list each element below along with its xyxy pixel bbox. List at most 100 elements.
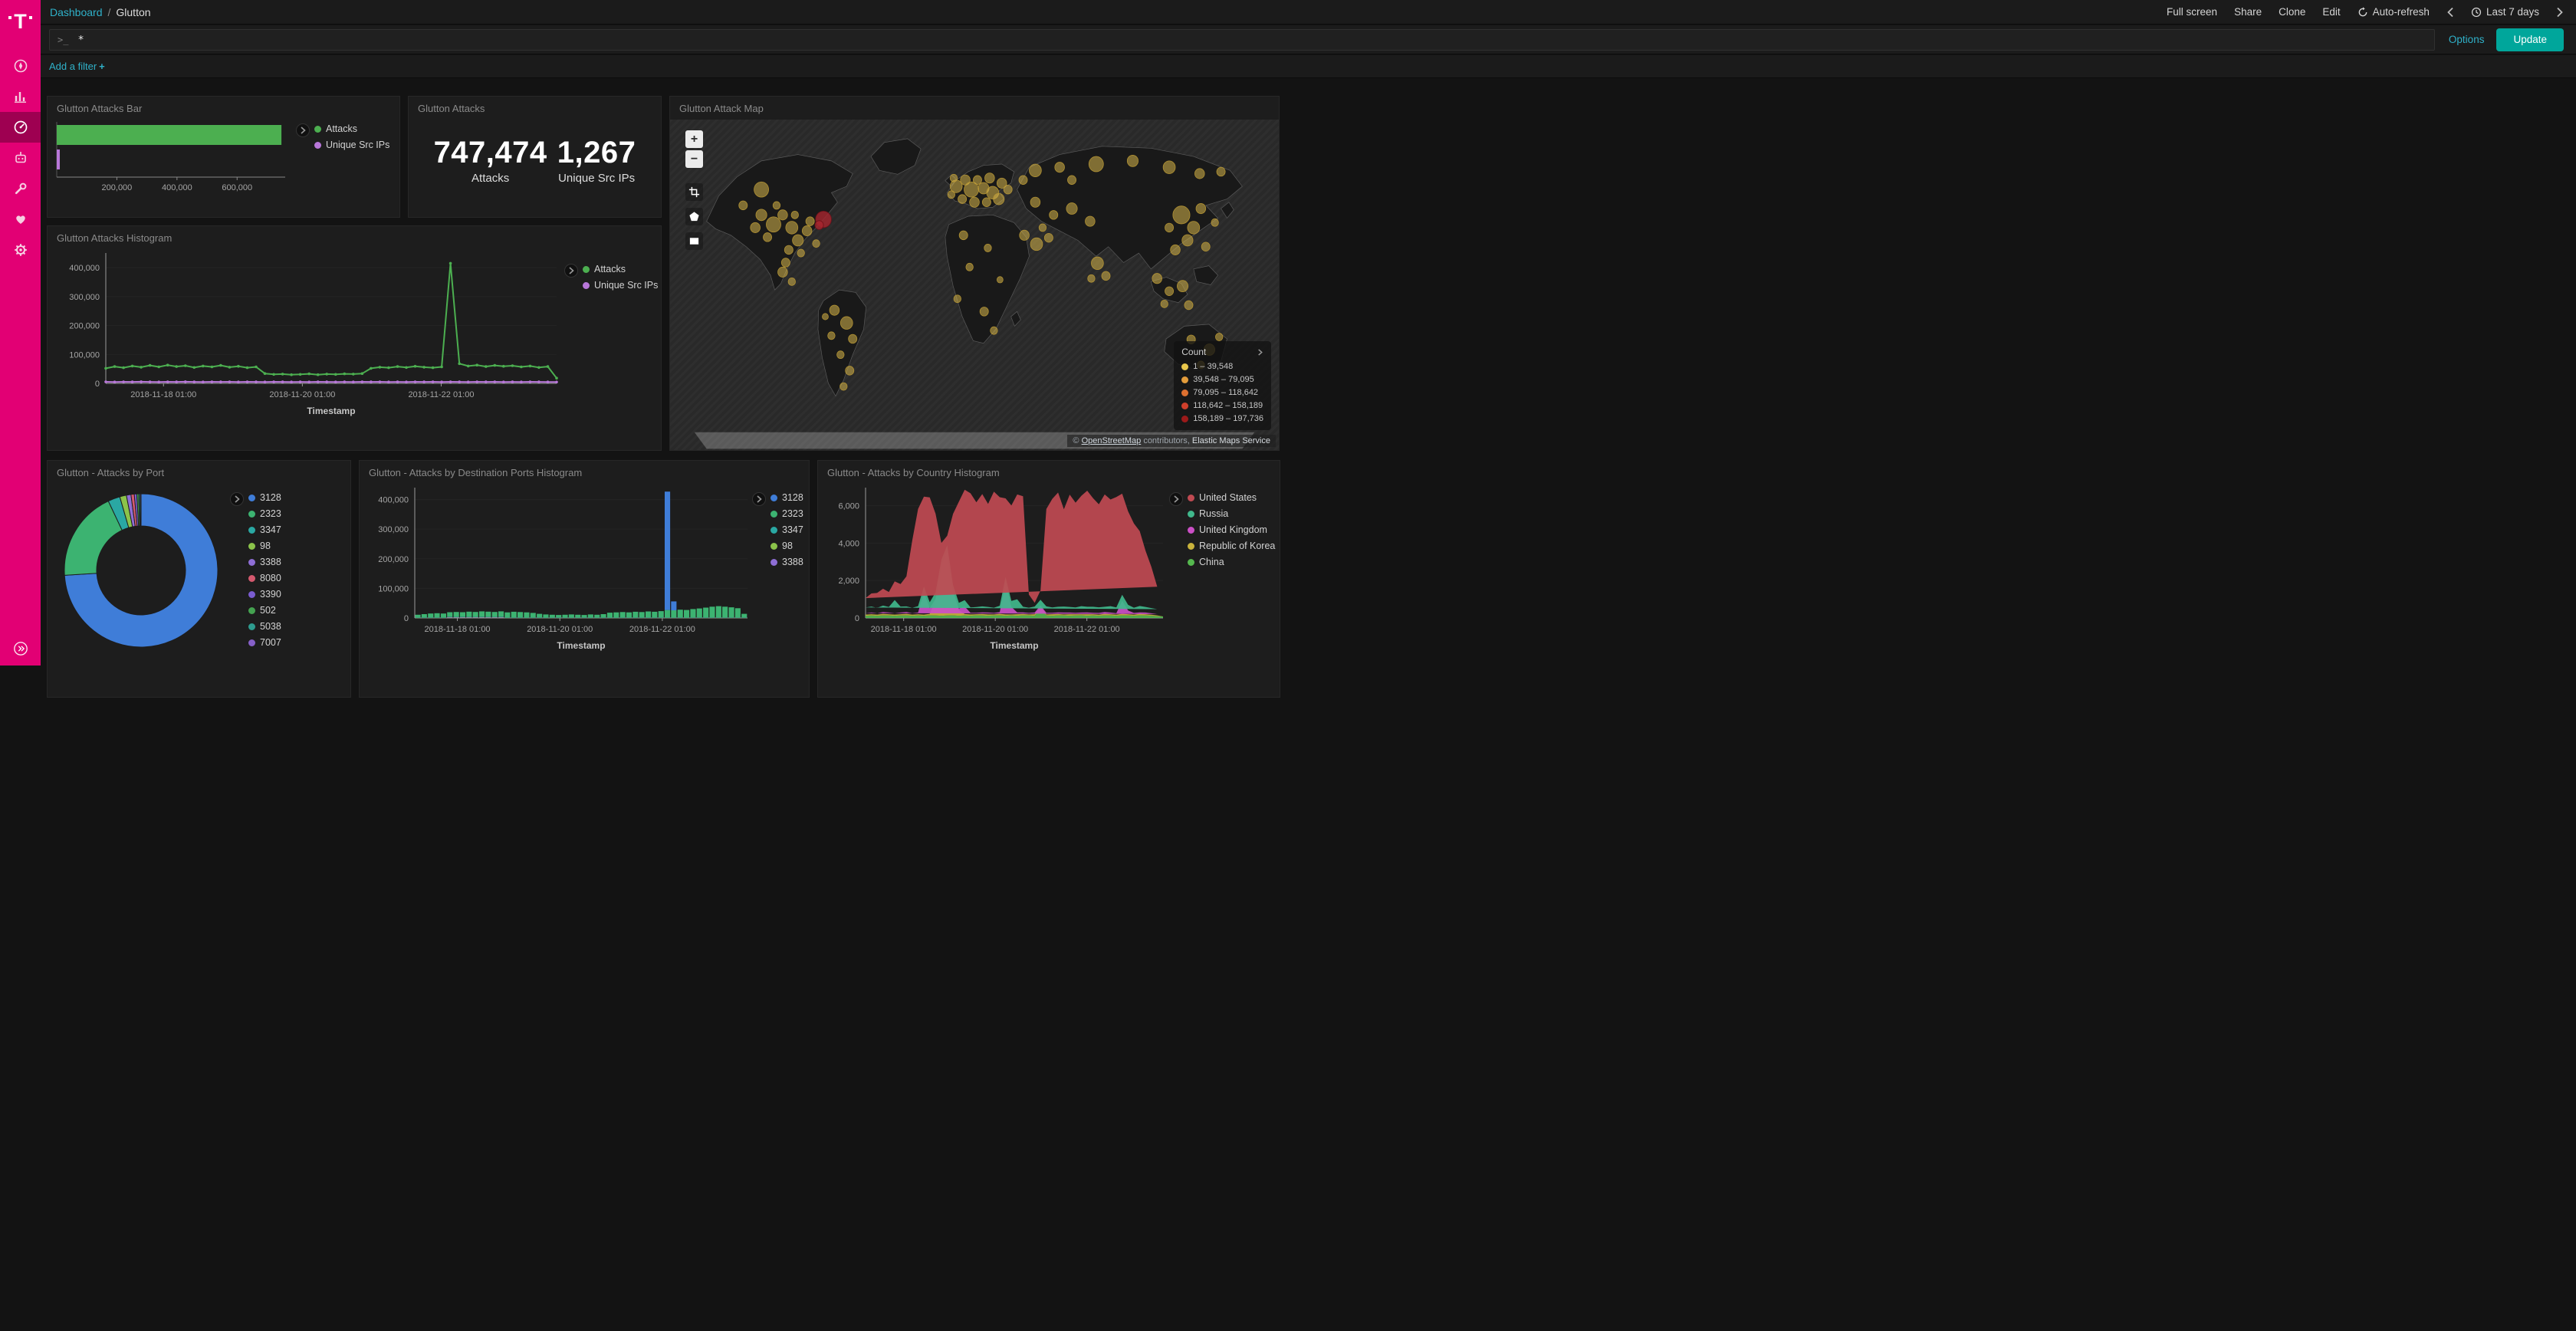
legend-item[interactable]: 3347: [248, 524, 281, 535]
country-histogram-chart[interactable]: 02,0004,0006,0002018-11-18 01:002018-11-…: [823, 481, 1169, 679]
legend-toggle-button[interactable]: [296, 123, 310, 137]
legend-item[interactable]: 158,189 – 197,736: [1181, 414, 1263, 423]
legend-item[interactable]: 3128: [248, 492, 281, 503]
chevron-right-icon: [567, 266, 575, 275]
breadcrumb-current: Glutton: [116, 6, 150, 18]
legend-toggle-button[interactable]: [564, 264, 578, 278]
auto-refresh-button[interactable]: Auto-refresh: [2358, 6, 2430, 18]
svg-text:6,000: 6,000: [838, 502, 859, 511]
legend-color-dot: [1181, 403, 1188, 409]
map-legend-title: Count: [1181, 347, 1206, 357]
legend-item[interactable]: 3347: [770, 524, 803, 535]
svg-text:400,000: 400,000: [378, 496, 409, 505]
legend-item[interactable]: 3390: [248, 589, 281, 600]
legend-color-dot: [770, 543, 777, 550]
attacks-by-port-donut[interactable]: [52, 481, 224, 657]
legend-toggle-button[interactable]: [230, 492, 244, 506]
full-screen-button[interactable]: Full screen: [2167, 6, 2217, 18]
legend-item[interactable]: 98: [248, 541, 281, 551]
legend-item[interactable]: Attacks: [583, 264, 658, 274]
legend-color-dot: [583, 282, 590, 289]
legend-color-dot: [1181, 376, 1188, 383]
panel-title: Glutton Attack Map: [670, 97, 1279, 117]
sidebar-collapse-button[interactable]: [0, 641, 41, 656]
legend-color-dot: [248, 543, 255, 550]
legend-item[interactable]: 2323: [248, 508, 281, 519]
map-polygon-tool-button[interactable]: [685, 208, 703, 225]
legend-color-dot: [583, 266, 590, 273]
map-legend-items: 1 – 39,548 39,548 – 79,095 79,095 – 118,64…: [1181, 362, 1263, 427]
legend-label: 79,095 – 118,642: [1193, 388, 1258, 397]
legend-item[interactable]: 3388: [770, 557, 803, 567]
legend-label: 7007: [260, 637, 281, 648]
map-zoom-in-button[interactable]: +: [685, 130, 703, 148]
legend-item[interactable]: Unique Src IPs: [583, 280, 658, 291]
time-picker-button[interactable]: Last 7 days: [2471, 6, 2539, 18]
legend-item[interactable]: Unique Src IPs: [314, 140, 389, 150]
svg-text:300,000: 300,000: [378, 525, 409, 534]
map-zoom-out-button[interactable]: −: [685, 150, 703, 168]
legend-item[interactable]: 5038: [248, 621, 281, 632]
clock-icon: [2471, 7, 2482, 18]
brand-logo[interactable]: T: [0, 0, 41, 43]
legend-item[interactable]: Republic of Korea: [1188, 541, 1275, 551]
query-input[interactable]: >_ *: [49, 29, 2435, 51]
attack-map[interactable]: + − Count 1 – 39,54839,548 – 79,09: [670, 120, 1279, 450]
sidebar-item-monitoring[interactable]: [0, 204, 41, 235]
legend-color-dot: [770, 495, 777, 501]
legend-item[interactable]: 39,548 – 79,095: [1181, 375, 1263, 384]
ports-histogram-chart[interactable]: 0100,000200,000300,000400,0002018-11-18 …: [364, 481, 752, 679]
legend-item[interactable]: 2323: [770, 508, 803, 519]
map-crop-tool-button[interactable]: [685, 183, 703, 201]
sidebar-item-dashboard[interactable]: [0, 112, 41, 143]
map-legend[interactable]: Count 1 – 39,548 39,548 – 79,095 79,095 – …: [1174, 341, 1271, 430]
attacks-histogram-chart[interactable]: 0100,000200,000300,000400,0002018-11-18 …: [52, 247, 564, 444]
metric-unique-src-ips: 1,267 Unique Src IPs: [557, 136, 636, 185]
legend-item[interactable]: China: [1188, 557, 1275, 567]
clone-button[interactable]: Clone: [2279, 6, 2305, 18]
svg-text:4,000: 4,000: [838, 539, 859, 548]
panel-attacks-by-port: Glutton - Attacks by Port 31282323334798…: [47, 460, 351, 698]
breadcrumb-dashboard-link[interactable]: Dashboard: [50, 6, 103, 18]
rectangle-icon: [688, 235, 700, 247]
chevron-left-icon: [2446, 7, 2454, 18]
legend-color-dot: [314, 142, 321, 149]
legend-toggle-button[interactable]: [1169, 492, 1183, 506]
svg-text:2018-11-22 01:00: 2018-11-22 01:00: [629, 625, 695, 634]
sidebar-item-visualize[interactable]: [0, 81, 41, 112]
legend-item[interactable]: 3128: [770, 492, 803, 503]
breadcrumb-separator: /: [108, 6, 111, 18]
chart-legend: Attacks Unique Src IPs: [314, 123, 389, 156]
legend-color-dot: [248, 639, 255, 646]
update-button[interactable]: Update: [2496, 28, 2564, 51]
time-back-button[interactable]: [2446, 7, 2454, 18]
legend-item[interactable]: 502: [248, 605, 281, 616]
legend-item[interactable]: United Kingdom: [1188, 524, 1275, 535]
time-forward-button[interactable]: [2556, 7, 2564, 18]
sidebar-item-timelion[interactable]: [0, 143, 41, 173]
options-link[interactable]: Options: [2449, 34, 2485, 45]
legend-item[interactable]: United States: [1188, 492, 1275, 503]
legend-item[interactable]: 8080: [248, 573, 281, 583]
legend-item[interactable]: 98: [770, 541, 803, 551]
legend-item[interactable]: 1 – 39,548: [1181, 362, 1263, 371]
openstreetmap-link[interactable]: OpenStreetMap: [1082, 436, 1142, 445]
legend-item[interactable]: 3388: [248, 557, 281, 567]
wrench-icon: [13, 181, 28, 196]
legend-item[interactable]: 118,642 – 158,189: [1181, 401, 1263, 410]
legend-toggle-button[interactable]: [752, 492, 766, 506]
sidebar-item-discover[interactable]: [0, 51, 41, 81]
svg-text:2018-11-22 01:00: 2018-11-22 01:00: [408, 390, 474, 399]
metric-attacks: 747,474 Attacks: [434, 136, 547, 185]
add-filter-link[interactable]: Add a filter+: [49, 61, 105, 72]
edit-button[interactable]: Edit: [2322, 6, 2340, 18]
sidebar-item-dev-tools[interactable]: [0, 173, 41, 204]
legend-item[interactable]: 79,095 – 118,642: [1181, 388, 1263, 397]
map-rectangle-tool-button[interactable]: [685, 232, 703, 250]
share-button[interactable]: Share: [2234, 6, 2262, 18]
sidebar-item-management[interactable]: [0, 235, 41, 265]
attacks-bar-chart[interactable]: 200,000400,000600,000: [52, 117, 296, 199]
legend-item[interactable]: Russia: [1188, 508, 1275, 519]
legend-item[interactable]: Attacks: [314, 123, 389, 134]
legend-item[interactable]: 7007: [248, 637, 281, 648]
